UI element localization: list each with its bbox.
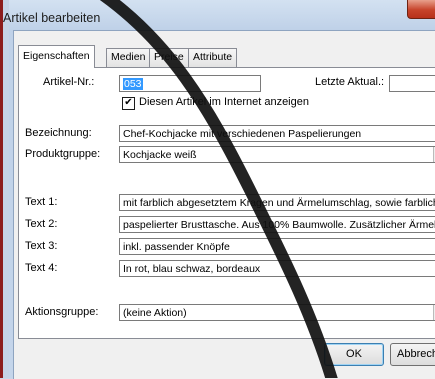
text3-field[interactable]: inkl. passender Knöpfe [119,238,435,255]
ok-button[interactable]: OK [324,343,384,366]
artikel-nr-label: Artikel-Nr.: [43,76,95,88]
dialog-client-area: Eigenschaften Medien Preise Attribute Ar… [13,30,435,379]
tab-preise[interactable]: Preise [149,48,189,67]
text4-label: Text 4: [25,262,58,274]
dialog-window: Artikel bearbeiten Eigenschaften Medien … [3,0,435,379]
cancel-button[interactable]: Abbrech [390,343,435,366]
internet-checkbox[interactable]: ✔ [122,97,135,110]
bezeichnung-field[interactable]: Chef-Kochjacke mit verschiedenen Paspeli… [119,125,435,142]
text1-label: Text 1: [25,196,58,208]
tab-medien[interactable]: Medien [106,48,151,67]
internet-checkbox-label: Diesen Artikel im Internet anzeigen [139,96,309,108]
produktgruppe-value: Kochjacke weiß [123,149,197,161]
checkmark-icon: ✔ [124,97,133,108]
text3-label: Text 3: [25,240,58,252]
text4-field[interactable]: In rot, blau schwaz, bordeaux [119,260,435,277]
tab-attribute[interactable]: Attribute [188,48,238,67]
produktgruppe-select[interactable]: Kochjacke weiß [119,146,435,163]
properties-panel: Artikel-Nr.: 053 Letzte Aktual.: ✔ Diese… [18,67,435,339]
text1-field[interactable]: mit farblich abgesetztem Kragen und Ärme… [119,194,435,211]
letzte-aktual-label: Letzte Aktual.: [315,76,385,88]
window-title: Artikel bearbeiten [3,11,101,25]
tab-eigenschaften[interactable]: Eigenschaften [18,45,95,68]
aktionsgruppe-value: (keine Aktion) [123,307,187,319]
aktionsgruppe-select[interactable]: (keine Aktion) [119,304,435,321]
artikel-nr-value: 053 [123,78,143,90]
aktionsgruppe-label: Aktionsgruppe: [25,306,99,318]
title-bar[interactable]: Artikel bearbeiten [3,0,435,30]
text2-field[interactable]: paspelierter Brusttasche. Aus 100% Baumw… [119,216,435,233]
close-button[interactable] [407,0,435,19]
artikel-nr-field[interactable]: 053 [119,75,261,92]
produktgruppe-label: Produktgruppe: [25,148,101,160]
letzte-aktual-field[interactable] [389,75,435,92]
bezeichnung-label: Bezeichnung: [25,127,92,139]
text2-label: Text 2: [25,218,58,230]
background-window-edge [0,0,9,378]
